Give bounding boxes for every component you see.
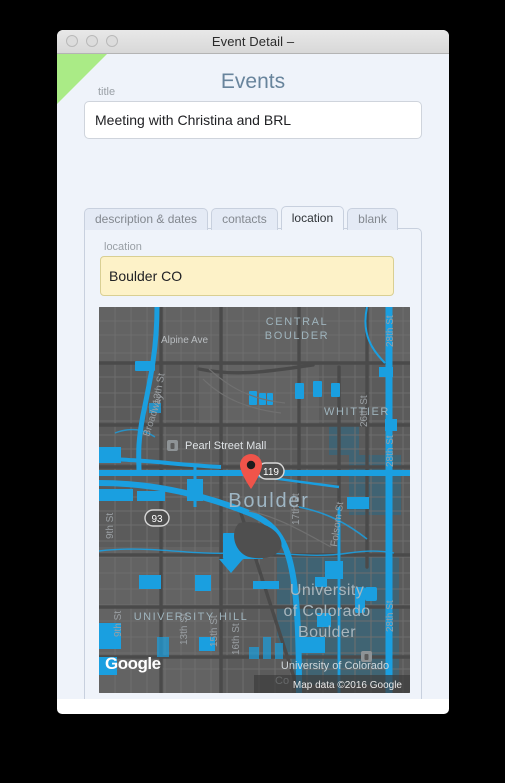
map-street-label: 28th St (385, 315, 396, 347)
map-street-label: 9th St (105, 513, 116, 539)
tab-description-and-dates[interactable]: description & dates (84, 208, 209, 230)
title-field-label: title (98, 86, 116, 98)
map-street-label: 9th St (113, 611, 124, 637)
map-place-label: Pearl Street Mall (185, 440, 266, 452)
window-content: Events title description & dates contact… (57, 54, 449, 699)
map-street-label: 26th St (359, 395, 370, 427)
window-titlebar: Event Detail – (57, 30, 449, 54)
svg-text:119: 119 (263, 467, 279, 478)
event-detail-window: Event Detail – Events title description … (57, 30, 449, 714)
map-place-label: WHITTIER (324, 406, 390, 418)
location-input[interactable] (100, 256, 394, 296)
map-place-label: of Colorado (283, 603, 370, 620)
map-place-label: Alpine Ave (161, 335, 209, 346)
location-map[interactable]: 119 93 CENTRAL BOULDER Alpine Ave WHITTI… (99, 307, 410, 693)
map-street-label: 28th St (385, 600, 396, 632)
map-place-label: UNIVERSITY HILL (134, 611, 249, 623)
window-title: Event Detail – (211, 34, 295, 49)
title-field-group: title (84, 86, 422, 139)
map-street-label: 28th St (385, 435, 396, 467)
map-place-label: University of Colorado (281, 660, 389, 672)
screen-root: Event Detail – Events title description … (0, 0, 505, 783)
map-street-label: 16th St (231, 623, 242, 655)
svg-text:Google: Google (105, 654, 161, 673)
google-logo: Google (105, 654, 161, 673)
map-street-label: 17th St (291, 493, 302, 525)
map-place-label: Boulder (298, 624, 356, 641)
location-field-label: location (104, 241, 142, 253)
tab-contacts[interactable]: contacts (211, 208, 278, 230)
location-tab-panel: location Boulder CO 119 93 CENTRAL BOULD… (84, 228, 422, 699)
map-place-label: CENTRAL (266, 316, 329, 328)
svg-text:93: 93 (151, 514, 163, 525)
map-street-label: 15th St (209, 615, 220, 647)
map-place-label: University (290, 582, 364, 599)
map-place-label: BOULDER (265, 330, 329, 342)
map-street-label: 13th St (179, 613, 190, 645)
tab-location[interactable]: location (280, 206, 345, 230)
location-field-group: location (100, 241, 394, 296)
map-attribution: Map data ©2016 Google (254, 675, 410, 693)
tab-strip: description & dates contacts location bl… (84, 206, 398, 230)
svg-text:Map data ©2016 Google: Map data ©2016 Google (293, 680, 403, 691)
tab-blank[interactable]: blank (347, 208, 398, 230)
title-input[interactable] (84, 101, 422, 139)
